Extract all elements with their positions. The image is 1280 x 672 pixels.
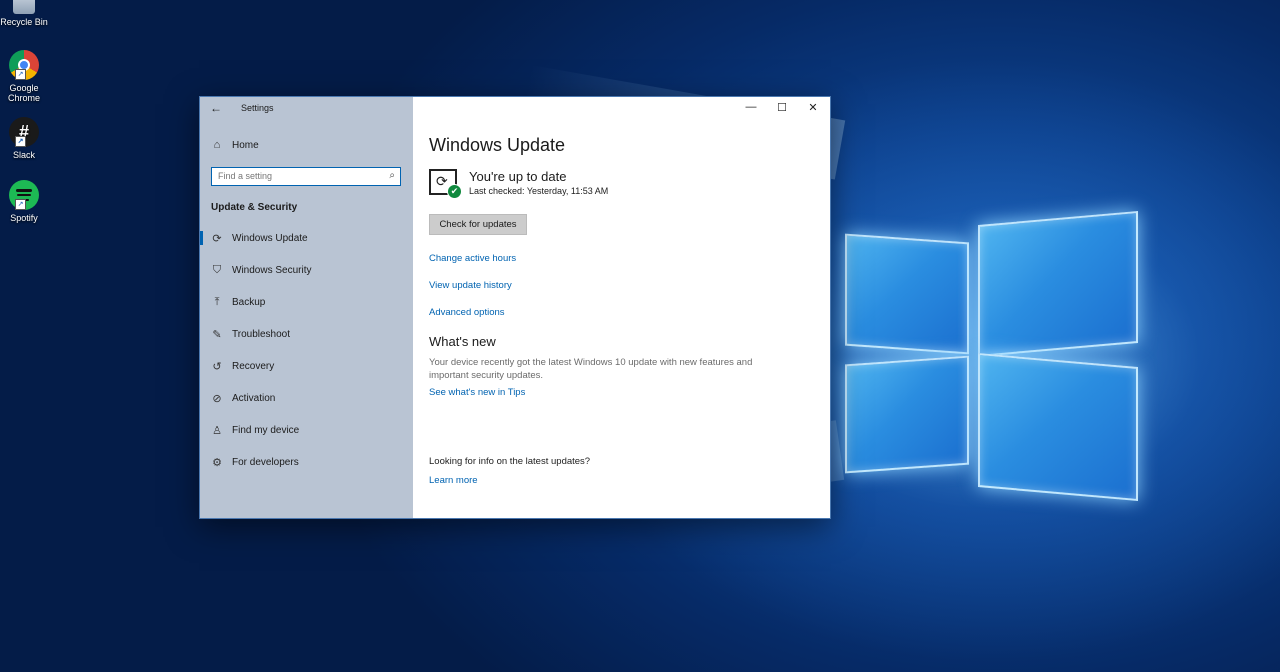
learn-more-link[interactable]: Learn more	[429, 475, 478, 486]
settings-window: ← Settings ⌂ Home Find a setting ⌕ Updat…	[199, 96, 831, 519]
sidebar-item-for-developers[interactable]: ⚙ For developers	[200, 447, 413, 477]
sync-icon: ⟳	[212, 232, 222, 245]
desktop-icon-label: Slack	[12, 150, 35, 160]
logo-pane	[978, 353, 1138, 501]
sidebar-item-label: Troubleshoot	[232, 328, 290, 340]
see-whats-new-link[interactable]: See what's new in Tips	[429, 387, 525, 398]
sidebar: ← Settings ⌂ Home Find a setting ⌕ Updat…	[200, 97, 413, 518]
logo-pane	[845, 233, 969, 355]
desktop-icon-spotify[interactable]: ↗ Spotify	[0, 180, 48, 223]
sidebar-item-label: Recovery	[232, 360, 275, 372]
sidebar-item-label: For developers	[232, 456, 299, 468]
activation-icon: ⊘	[212, 392, 222, 405]
desktop-icon-label: Google Chrome	[7, 83, 40, 103]
page-title: Windows Update	[429, 135, 566, 155]
desktop-icon-label: Spotify	[10, 213, 38, 223]
sidebar-item-label: Home	[232, 139, 259, 151]
advanced-options-link[interactable]: Advanced options	[429, 307, 505, 318]
close-button[interactable]: ✕	[802, 101, 824, 114]
recycle-bin-icon	[13, 0, 35, 14]
sidebar-item-label: Activation	[232, 392, 276, 404]
logo-pane	[845, 355, 969, 474]
last-checked-text: Last checked: Yesterday, 11:53 AM	[469, 186, 609, 196]
sidebar-item-activation[interactable]: ⊘ Activation	[200, 383, 413, 413]
change-active-hours-link[interactable]: Change active hours	[429, 253, 516, 264]
sidebar-item-windows-update[interactable]: ⟳ Windows Update	[200, 223, 413, 253]
spotify-icon: ↗	[9, 180, 39, 210]
sidebar-item-label: Windows Security	[232, 264, 312, 276]
slack-icon: # ↗	[9, 117, 39, 147]
sidebar-item-backup[interactable]: ⤒ Backup	[200, 287, 413, 317]
back-arrow-icon[interactable]: ←	[210, 101, 222, 115]
desktop-icon-label: Recycle Bin	[0, 17, 48, 27]
whats-new-heading: What's new	[429, 334, 496, 349]
sidebar-item-troubleshoot[interactable]: ✎ Troubleshoot	[200, 319, 413, 349]
sidebar-item-label: Backup	[232, 296, 266, 308]
desktop-icon-recycle-bin[interactable]: Recycle Bin	[0, 0, 48, 27]
shortcut-arrow-icon: ↗	[15, 199, 26, 210]
status-title: You're up to date	[469, 169, 567, 184]
sidebar-item-label: Find my device	[232, 424, 300, 436]
view-update-history-link[interactable]: View update history	[429, 280, 512, 291]
desktop-icon-chrome[interactable]: ↗ Google Chrome	[0, 50, 48, 103]
backup-icon: ⤒	[214, 295, 220, 308]
sidebar-item-home[interactable]: ⌂ Home	[200, 130, 413, 160]
sync-icon: ⟳	[436, 173, 448, 189]
wrench-icon: ✎	[212, 328, 222, 341]
search-placeholder: Find a setting	[218, 171, 273, 181]
desktop-icon-slack[interactable]: # ↗ Slack	[0, 117, 48, 160]
sidebar-item-find-my-device[interactable]: ♙ Find my device	[200, 415, 413, 445]
maximize-button[interactable]: ☐	[771, 101, 793, 114]
recovery-icon: ↺	[212, 360, 222, 373]
developer-icon: ⚙	[212, 456, 222, 469]
sidebar-item-windows-security[interactable]: ⛉ Windows Security	[200, 255, 413, 285]
main-content: — ☐ ✕ Windows Update ⟳ ✔ You're up to da…	[413, 97, 830, 518]
section-title: Update & Security	[211, 202, 298, 213]
info-question: Looking for info on the latest updates?	[429, 456, 591, 467]
sidebar-item-recovery[interactable]: ↺ Recovery	[200, 351, 413, 381]
sidebar-item-label: Windows Update	[232, 232, 308, 244]
window-title: Settings	[241, 103, 274, 113]
person-icon: ♙	[212, 424, 222, 437]
whats-new-description: Your device recently got the latest Wind…	[429, 357, 753, 381]
logo-pane	[978, 211, 1138, 357]
check-for-updates-button[interactable]: Check for updates	[429, 214, 527, 235]
check-icon: ✔	[447, 184, 462, 199]
search-icon: ⌕	[389, 170, 395, 181]
home-icon: ⌂	[213, 139, 221, 151]
shortcut-arrow-icon: ↗	[15, 136, 26, 147]
minimize-button[interactable]: —	[740, 101, 762, 113]
update-status-icon: ⟳ ✔	[429, 169, 462, 199]
shield-icon: ⛉	[212, 263, 222, 276]
title-bar: ← Settings	[200, 97, 413, 119]
search-input[interactable]: Find a setting ⌕	[211, 167, 401, 186]
shortcut-arrow-icon: ↗	[15, 69, 26, 80]
chrome-icon: ↗	[9, 50, 39, 80]
